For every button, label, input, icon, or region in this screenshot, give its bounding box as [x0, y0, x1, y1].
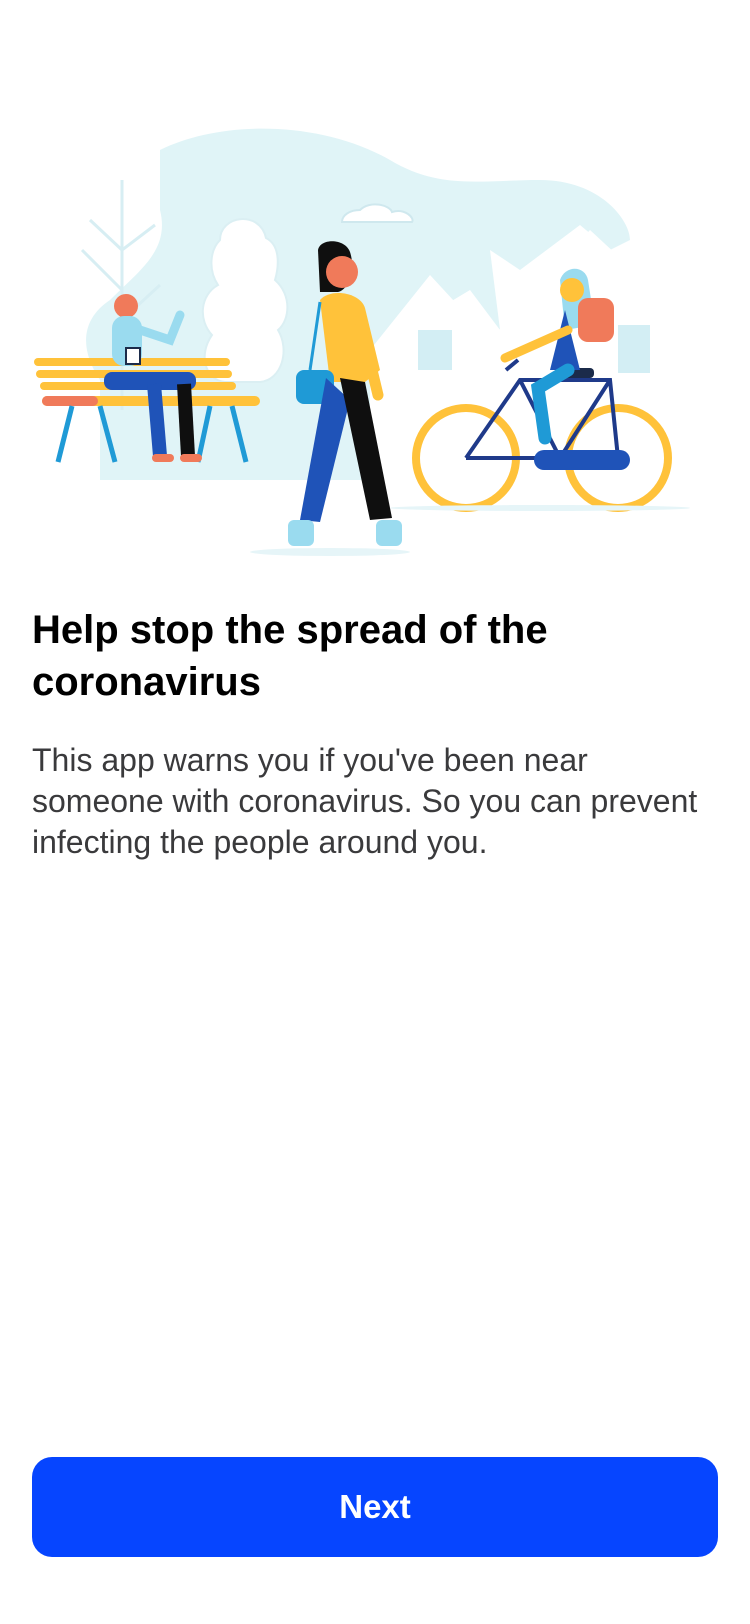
description-text: This app warns you if you've been near s…	[32, 742, 698, 860]
page-title: Help stop the spread of the coronavirus	[32, 608, 548, 704]
next-button[interactable]: Next	[32, 1457, 718, 1557]
onboarding-illustration	[34, 128, 690, 556]
